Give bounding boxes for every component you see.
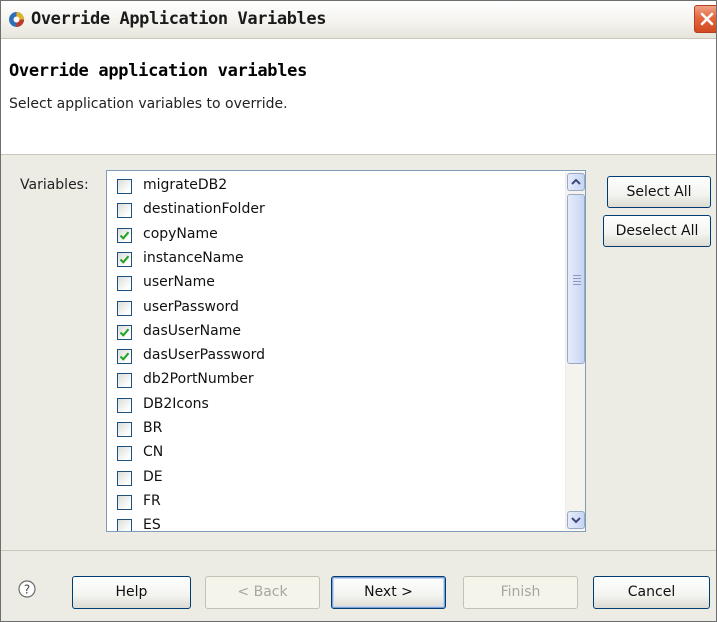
variable-label: DB2Icons xyxy=(143,395,209,412)
back-button[interactable]: < Back xyxy=(205,576,320,609)
app-icon xyxy=(9,12,24,27)
vertical-scrollbar[interactable] xyxy=(565,172,585,530)
variable-checkbox[interactable] xyxy=(117,276,132,292)
scroll-down-button[interactable] xyxy=(567,511,585,529)
chevron-down-icon xyxy=(571,517,581,524)
variable-label: migrateDB2 xyxy=(143,177,228,193)
variable-checkbox[interactable] xyxy=(117,227,132,243)
variable-label: destinationFolder xyxy=(143,201,265,218)
variable-label: db2PortNumber xyxy=(143,371,254,388)
checkmark-icon xyxy=(119,255,130,264)
variable-label: BR xyxy=(143,420,163,436)
variable-checkbox[interactable] xyxy=(117,179,132,194)
close-button[interactable] xyxy=(694,5,716,33)
svg-text:?: ? xyxy=(24,583,30,597)
variable-label: instanceName xyxy=(143,249,244,266)
variable-label: ES xyxy=(143,517,161,532)
finish-button[interactable]: Finish xyxy=(463,576,578,609)
footer-separator xyxy=(1,550,716,551)
variable-label: userPassword xyxy=(143,298,239,315)
select-all-button[interactable]: Select All xyxy=(607,176,711,208)
window-title: Override Application Variables xyxy=(31,9,327,29)
variable-checkbox[interactable] xyxy=(117,446,132,462)
variable-label: DE xyxy=(143,468,163,485)
scroll-up-button[interactable] xyxy=(567,173,585,191)
variables-list[interactable]: migrateDB2 destinationFolder copyName insta… xyxy=(106,170,586,532)
cancel-button[interactable]: Cancel xyxy=(593,576,710,609)
variable-label: FR xyxy=(143,492,161,509)
variables-label: Variables: xyxy=(20,177,89,193)
grip-icon xyxy=(573,275,581,287)
checkmark-icon xyxy=(119,231,130,240)
variable-checkbox[interactable] xyxy=(117,300,132,316)
close-icon xyxy=(700,12,714,26)
next-button[interactable]: Next > xyxy=(331,576,446,609)
checkmark-icon xyxy=(119,352,130,361)
help-button[interactable]: Help xyxy=(72,576,191,609)
chevron-up-icon xyxy=(571,178,581,185)
variable-label: userName xyxy=(143,274,215,291)
page-header: Override application variables Select ap… xyxy=(1,39,716,155)
page-title: Override application variables xyxy=(9,61,308,81)
scroll-thumb[interactable] xyxy=(567,194,585,364)
title-bar: Override Application Variables xyxy=(1,1,716,39)
page-description: Select application variables to override… xyxy=(9,96,288,112)
deselect-all-button[interactable]: Deselect All xyxy=(603,215,711,247)
help-icon[interactable]: ? xyxy=(18,580,36,598)
variable-checkbox[interactable] xyxy=(117,519,132,531)
variable-label: dasUserPassword xyxy=(143,347,266,364)
variable-checkbox[interactable] xyxy=(117,373,132,389)
variable-checkbox[interactable] xyxy=(117,397,132,413)
variable-checkbox[interactable] xyxy=(117,349,132,365)
variable-checkbox[interactable] xyxy=(117,251,132,267)
variable-label: dasUserName xyxy=(143,322,241,339)
dialog-window: Override Application Variables Override … xyxy=(0,0,717,622)
variable-label: copyName xyxy=(143,225,218,242)
checkmark-icon xyxy=(119,328,130,337)
variable-checkbox[interactable] xyxy=(117,324,132,340)
variable-checkbox[interactable] xyxy=(117,470,132,486)
variable-checkbox[interactable] xyxy=(117,422,132,437)
variable-label: CN xyxy=(143,444,164,461)
variable-checkbox[interactable] xyxy=(117,203,132,219)
variable-checkbox[interactable] xyxy=(117,494,132,510)
